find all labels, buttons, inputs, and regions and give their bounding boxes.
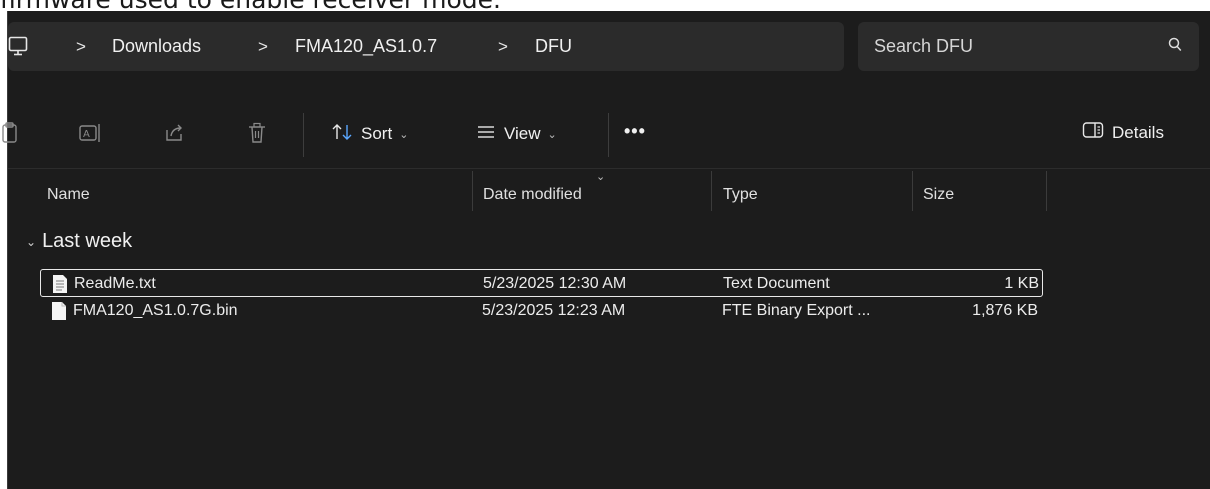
column-header-type[interactable]: Type bbox=[723, 186, 758, 204]
column-divider[interactable] bbox=[472, 171, 473, 211]
file-row[interactable]: ReadMe.txt 5/23/2025 12:30 AM Text Docum… bbox=[40, 269, 1043, 297]
file-size: 1,876 KB bbox=[972, 302, 1038, 319]
breadcrumb-separator: > bbox=[498, 37, 508, 56]
file-type: Text Document bbox=[723, 275, 830, 292]
group-header[interactable]: ⌄ Last week bbox=[26, 230, 132, 253]
details-label: Details bbox=[1112, 122, 1164, 142]
column-divider[interactable] bbox=[912, 171, 913, 211]
toolbar-bottom-divider bbox=[8, 168, 1210, 169]
search-box[interactable]: Search DFU bbox=[858, 22, 1199, 71]
chevron-down-icon: ⌄ bbox=[547, 128, 557, 141]
svg-text:A: A bbox=[83, 129, 90, 140]
share-icon[interactable] bbox=[163, 122, 185, 149]
file-row[interactable]: FMA120_AS1.0.7G.bin 5/23/2025 12:23 AM F… bbox=[40, 297, 1043, 325]
column-header-size[interactable]: Size bbox=[923, 186, 954, 204]
sort-label: Sort bbox=[361, 124, 393, 143]
text-file-icon bbox=[52, 274, 68, 299]
toolbar-divider bbox=[303, 113, 304, 157]
column-header-name[interactable]: Name bbox=[47, 186, 90, 204]
file-name: FMA120_AS1.0.7G.bin bbox=[73, 302, 238, 319]
more-options-button[interactable]: ••• bbox=[624, 121, 646, 142]
chevron-down-icon: ⌄ bbox=[26, 234, 37, 249]
sort-button[interactable]: Sort ⌄ bbox=[331, 121, 408, 147]
breadcrumb-separator: > bbox=[258, 37, 268, 56]
this-pc-icon[interactable] bbox=[8, 36, 32, 63]
breadcrumb-fma120[interactable]: FMA120_AS1.0.7 bbox=[295, 36, 437, 57]
file-date: 5/23/2025 12:23 AM bbox=[482, 302, 626, 319]
search-placeholder: Search DFU bbox=[874, 36, 974, 56]
rename-icon[interactable]: A bbox=[78, 122, 104, 149]
address-bar[interactable]: > Downloads > FMA120_AS1.0.7 > DFU bbox=[8, 22, 844, 71]
breadcrumb-separator: > bbox=[76, 37, 86, 56]
breadcrumb-downloads[interactable]: Downloads bbox=[112, 36, 201, 57]
breadcrumb-dfu[interactable]: DFU bbox=[535, 36, 572, 57]
window-edge bbox=[0, 11, 7, 489]
details-pane-icon bbox=[1082, 121, 1104, 144]
command-bar: A Sort ⌄ View ⌄ ••• Details bbox=[2, 81, 1210, 165]
search-icon[interactable] bbox=[1167, 37, 1183, 58]
page-caption-text: firmware used to enable receiver mode. bbox=[0, 0, 1210, 11]
file-type: FTE Binary Export ... bbox=[722, 302, 871, 319]
details-pane-button[interactable]: Details bbox=[1082, 121, 1164, 144]
view-label: View bbox=[504, 124, 541, 143]
toolbar-divider bbox=[608, 113, 609, 157]
group-label: Last week bbox=[42, 230, 133, 252]
column-divider[interactable] bbox=[711, 171, 712, 211]
view-icon bbox=[476, 123, 496, 146]
column-divider[interactable] bbox=[1046, 171, 1047, 211]
view-button[interactable]: View ⌄ bbox=[476, 121, 557, 147]
file-name: ReadMe.txt bbox=[74, 275, 156, 292]
file-date: 5/23/2025 12:30 AM bbox=[483, 275, 627, 292]
sort-icon bbox=[331, 122, 355, 147]
paste-icon[interactable] bbox=[0, 122, 20, 149]
chevron-down-icon: ⌄ bbox=[399, 128, 409, 141]
blank-file-icon bbox=[51, 301, 67, 326]
column-header-date[interactable]: Date modified bbox=[483, 186, 582, 204]
sort-indicator-icon: ⌄ bbox=[596, 171, 606, 183]
delete-icon[interactable] bbox=[247, 122, 267, 149]
file-size: 1 KB bbox=[1004, 275, 1039, 292]
file-explorer-window: > Downloads > FMA120_AS1.0.7 > DFU Searc… bbox=[0, 11, 1210, 489]
